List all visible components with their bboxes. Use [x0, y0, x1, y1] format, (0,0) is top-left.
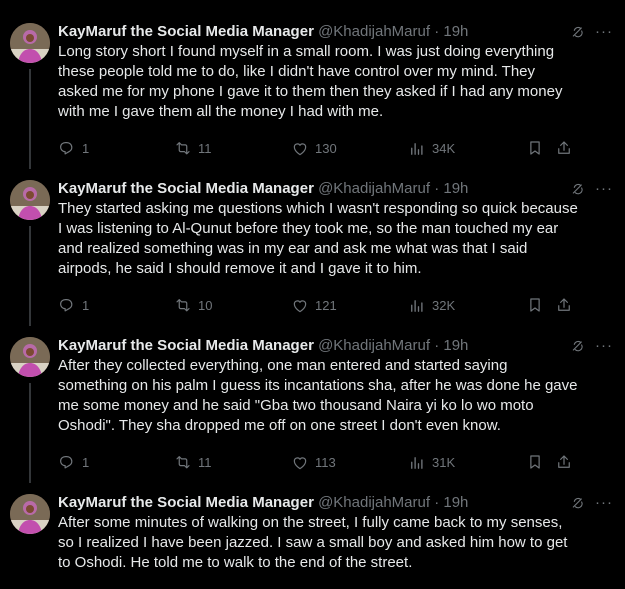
author-handle-time[interactable]: @KhadijahMaruf · 19h: [318, 23, 468, 40]
author-handle-time[interactable]: @KhadijahMaruf · 19h: [318, 337, 468, 354]
heart-icon: [293, 457, 307, 470]
avatar[interactable]: [10, 23, 50, 63]
more-icon[interactable]: ···: [595, 337, 613, 354]
avatar[interactable]: [10, 494, 50, 534]
action-bar: 1 11 130 34K: [58, 139, 578, 159]
grok-icon[interactable]: [570, 181, 586, 197]
share-button[interactable]: [555, 453, 573, 474]
repost-icon: [176, 142, 190, 155]
author-handle-time[interactable]: @KhadijahMaruf · 19h: [318, 180, 468, 197]
view-count: 31K: [432, 455, 456, 470]
repost-button[interactable]: 11: [174, 453, 212, 473]
reply-icon: [60, 456, 73, 469]
bookmark-icon: [530, 298, 540, 312]
views-icon: [411, 457, 423, 469]
bookmark-button[interactable]: [526, 139, 544, 160]
reply-icon: [60, 142, 73, 155]
thread-line: [29, 383, 31, 483]
thread-line: [29, 226, 31, 326]
grok-icon[interactable]: [570, 495, 586, 511]
repost-count: 11: [198, 141, 212, 156]
views-button[interactable]: 34K: [408, 139, 455, 159]
tweet-text: They started asking me questions which I…: [58, 200, 578, 277]
reply-button[interactable]: 1: [58, 453, 89, 473]
repost-icon: [176, 299, 190, 312]
views-icon: [411, 300, 423, 312]
share-icon: [558, 141, 570, 154]
tweet-header: KayMaruf the Social Media Manager @Khadi…: [58, 494, 615, 512]
tweet-header: KayMaruf the Social Media Manager @Khadi…: [58, 23, 615, 41]
author-name[interactable]: KayMaruf the Social Media Manager: [58, 337, 314, 354]
more-icon[interactable]: ···: [595, 494, 613, 511]
reply-button[interactable]: 1: [58, 296, 89, 316]
author-name[interactable]: KayMaruf the Social Media Manager: [58, 494, 314, 511]
share-icon: [558, 298, 570, 311]
like-count: 121: [315, 298, 337, 313]
reply-icon: [60, 299, 73, 312]
bookmark-icon: [530, 455, 540, 469]
author-name[interactable]: KayMaruf the Social Media Manager: [58, 23, 314, 40]
author-name[interactable]: KayMaruf the Social Media Manager: [58, 180, 314, 197]
bookmark-button[interactable]: [526, 296, 544, 317]
more-icon[interactable]: ···: [595, 180, 613, 197]
avatar[interactable]: [10, 180, 50, 220]
like-button[interactable]: 130: [291, 139, 337, 159]
view-count: 34K: [432, 141, 456, 156]
share-button[interactable]: [555, 296, 573, 317]
share-button[interactable]: [555, 139, 573, 160]
like-button[interactable]: 113: [291, 453, 336, 473]
action-bar: 1 11 113 31K: [58, 453, 578, 473]
tweet-header: KayMaruf the Social Media Manager @Khadi…: [58, 337, 615, 355]
tweet-text: After they collected everything, one man…: [58, 357, 578, 434]
bookmark-icon: [530, 141, 540, 155]
like-count: 113: [315, 455, 336, 470]
views-button[interactable]: 31K: [408, 453, 455, 473]
more-icon[interactable]: ···: [595, 23, 613, 40]
repost-button[interactable]: 10: [174, 296, 212, 316]
heart-icon: [293, 300, 307, 313]
tweet-text: After some minutes of walking on the str…: [58, 514, 568, 571]
views-button[interactable]: 32K: [408, 296, 455, 316]
repost-count: 11: [198, 455, 212, 470]
thread-line: [29, 69, 31, 169]
like-button[interactable]: 121: [291, 296, 337, 316]
views-icon: [411, 143, 423, 155]
heart-icon: [293, 143, 307, 156]
grok-icon[interactable]: [570, 24, 586, 40]
repost-button[interactable]: 11: [174, 139, 212, 159]
repost-count: 10: [198, 298, 213, 313]
share-icon: [558, 455, 570, 468]
view-count: 32K: [432, 298, 456, 313]
reply-count: 1: [82, 298, 90, 313]
reply-count: 1: [82, 455, 90, 470]
reply-button[interactable]: 1: [58, 139, 89, 159]
bookmark-button[interactable]: [526, 453, 544, 474]
avatar[interactable]: [10, 337, 50, 377]
grok-icon[interactable]: [570, 338, 586, 354]
tweet-header: KayMaruf the Social Media Manager @Khadi…: [58, 180, 615, 198]
reply-count: 1: [82, 141, 90, 156]
author-handle-time[interactable]: @KhadijahMaruf · 19h: [318, 494, 468, 511]
like-count: 130: [315, 141, 337, 156]
repost-icon: [176, 456, 190, 469]
tweet-text: Long story short I found myself in a sma…: [58, 43, 563, 120]
action-bar: 1 10 121 32K: [58, 296, 578, 316]
